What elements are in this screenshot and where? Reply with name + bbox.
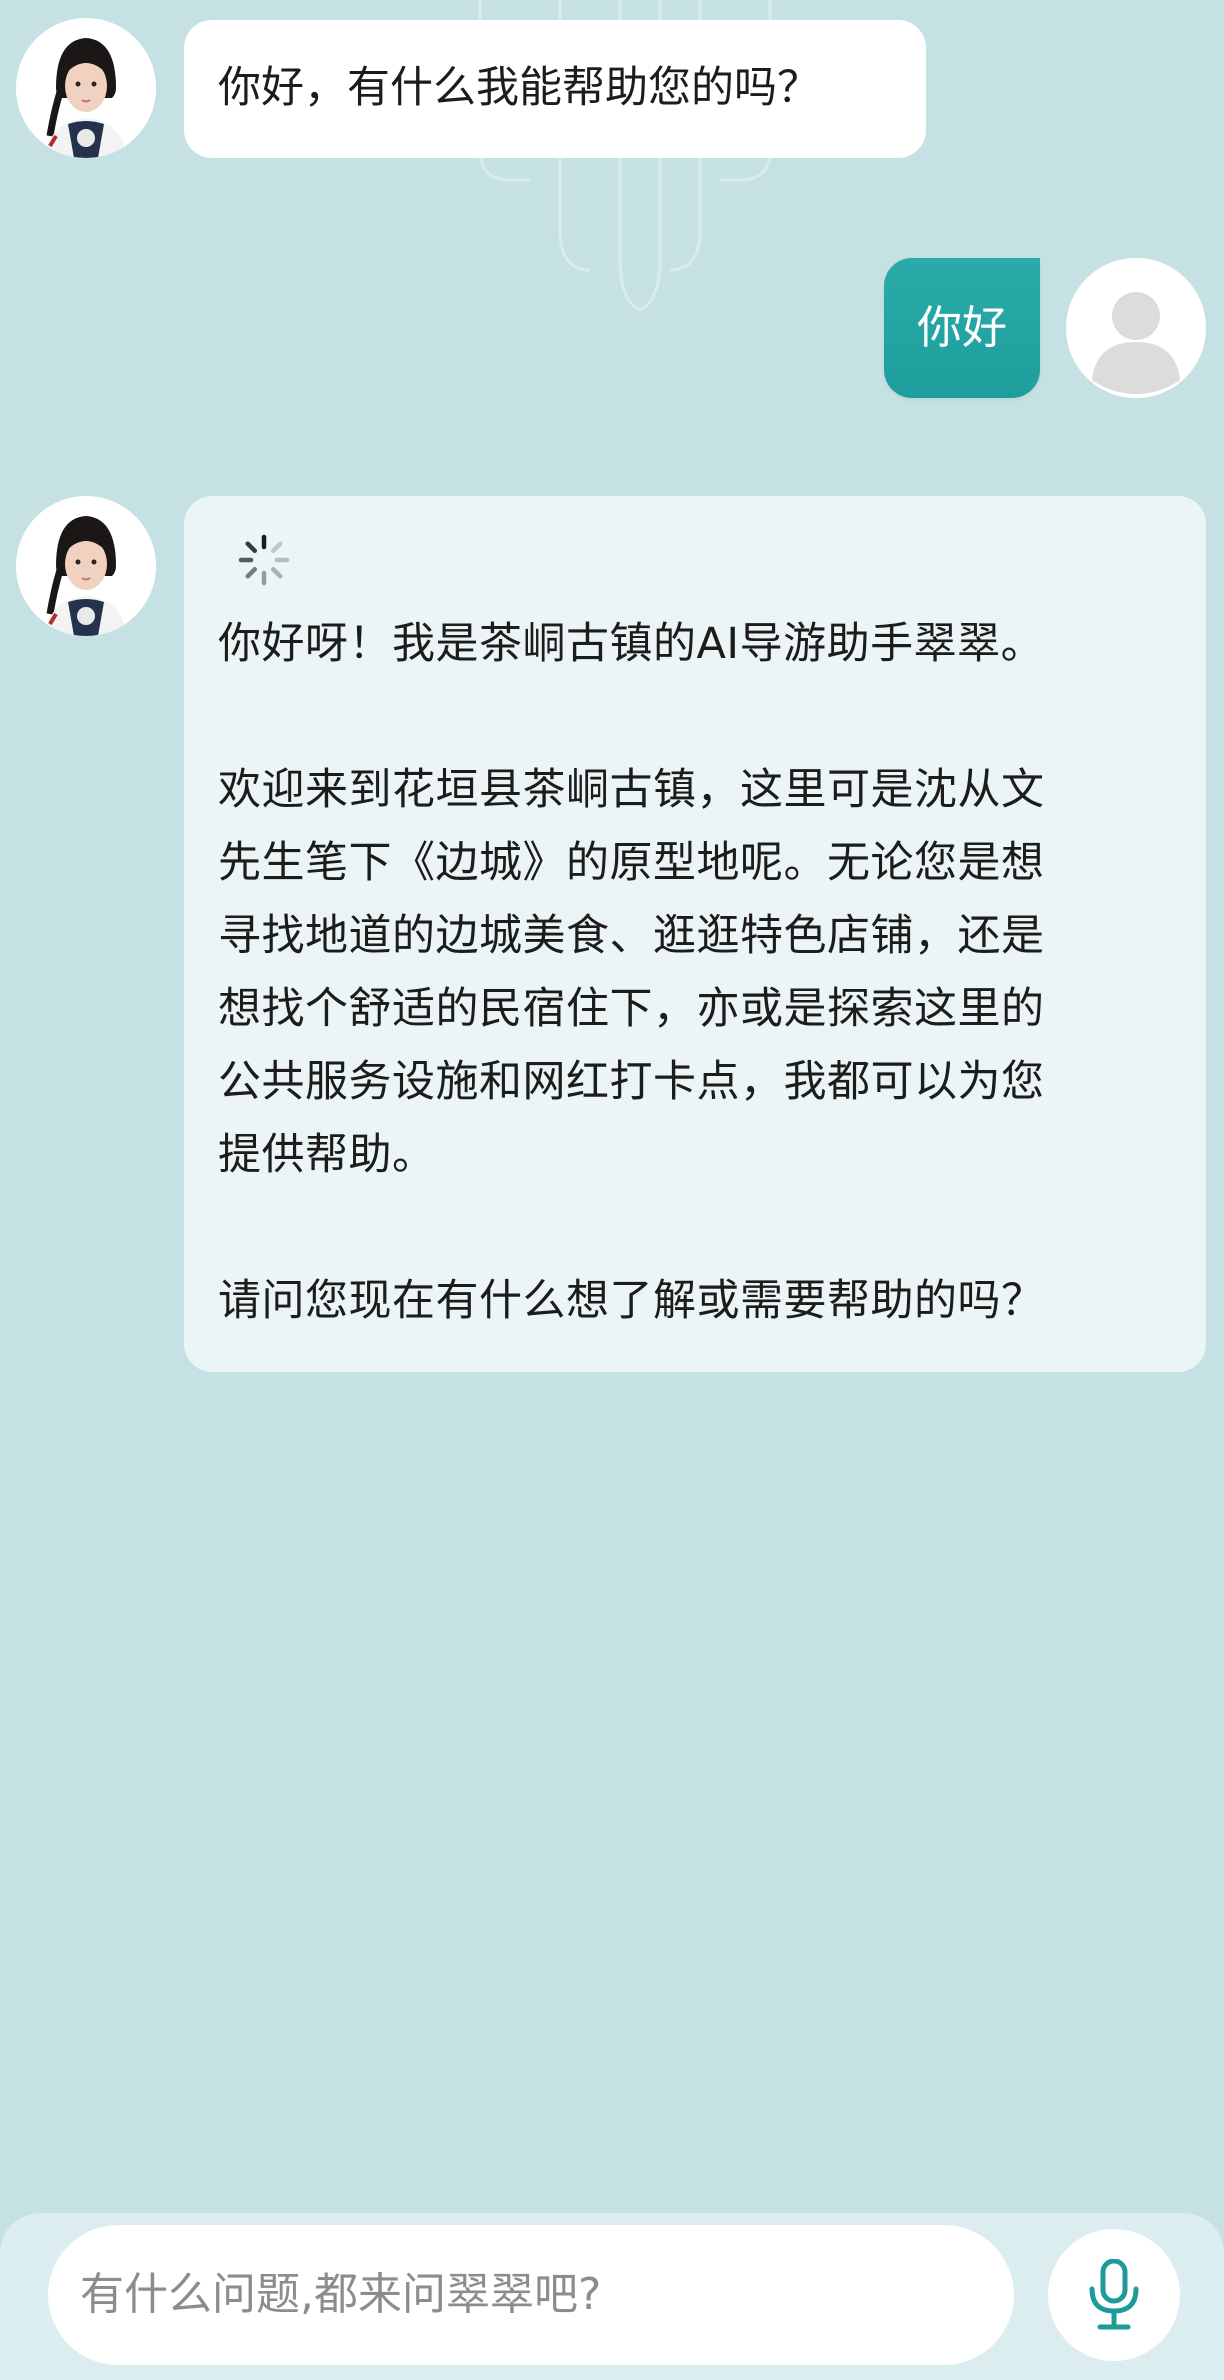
reply-line: 欢迎来到花垣县茶峒古镇，这里可是沈从文 xyxy=(218,765,1045,815)
reply-line: 提供帮助。 xyxy=(218,1130,436,1180)
voice-input-button[interactable] xyxy=(1048,2229,1180,2361)
greeting-text: 你好，有什么我能帮助您的吗？ xyxy=(218,63,820,113)
reply-line: 公共服务设施和网红打卡点，我都可以为您 xyxy=(218,1057,1045,1107)
assistant-greeting-bubble: 你好，有什么我能帮助您的吗？ xyxy=(184,20,926,158)
chat-screen: 你好，有什么我能帮助您的吗？ 你好 你好呀！我是茶峒古镇的AI导游助手翠翠。 欢… xyxy=(0,0,1224,2380)
chat-input-bar: 有什么问题,都来问翠翠吧? xyxy=(0,2213,1224,2380)
assistant-reply-bubble: 你好呀！我是茶峒古镇的AI导游助手翠翠。 欢迎来到花垣县茶峒古镇，这里可是沈从文… xyxy=(184,496,1206,1372)
reply-paragraph: 你好呀！我是茶峒古镇的AI导游助手翠翠。 xyxy=(218,619,1045,669)
assistant-avatar xyxy=(16,18,156,158)
user-message-text: 你好 xyxy=(916,301,1007,354)
reply-line: 先生笔下《边城》的原型地呢。无论您是想 xyxy=(218,838,1045,888)
reply-text: 你好呀！我是茶峒古镇的AI导游助手翠翠。 欢迎来到花垣县茶峒古镇，这里可是沈从文… xyxy=(218,608,1172,1338)
loading-spinner-icon xyxy=(238,534,290,586)
microphone-icon xyxy=(1089,2259,1139,2330)
user-message-bubble: 你好 xyxy=(884,258,1040,398)
user-avatar-icon xyxy=(1066,258,1206,398)
message-input-placeholder: 有什么问题,都来问翠翠吧? xyxy=(80,2269,602,2320)
reply-line: 寻找地道的边城美食、逛逛特色店铺，还是 xyxy=(218,911,1045,961)
assistant-avatar xyxy=(16,496,156,636)
reply-line: 想找个舒适的民宿住下，亦或是探索这里的 xyxy=(218,984,1045,1034)
reply-paragraph: 欢迎来到花垣县茶峒古镇，这里可是沈从文 先生笔下《边城》的原型地呢。无论您是想 … xyxy=(218,754,1172,1192)
message-input[interactable]: 有什么问题,都来问翠翠吧? xyxy=(48,2225,1014,2365)
reply-paragraph: 请问您现在有什么想了解或需要帮助的吗？ xyxy=(218,1276,1045,1326)
